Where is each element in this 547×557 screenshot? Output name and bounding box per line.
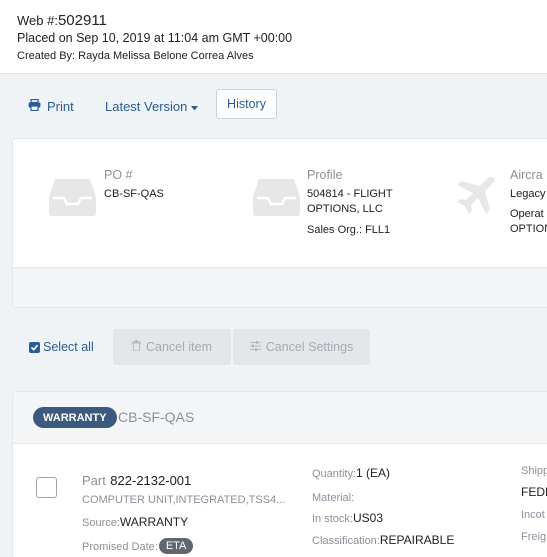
promised-date-label: Promised Date: bbox=[82, 541, 158, 553]
checkbox-checked-icon bbox=[29, 341, 40, 353]
source-row: Source:WARRANTY bbox=[82, 513, 188, 531]
incoterms-label: Incot bbox=[521, 509, 545, 521]
line-item-po: CB-SF-QAS bbox=[118, 409, 195, 425]
quantity-value: 1 (EA) bbox=[356, 466, 391, 480]
sliders-icon bbox=[249, 340, 261, 354]
freight-label: Freig bbox=[521, 531, 547, 543]
po-value: CB-SF-QAS bbox=[104, 188, 164, 200]
version-label: Latest Version bbox=[105, 99, 188, 114]
in-stock-value: US03 bbox=[352, 511, 383, 525]
aircraft-label: Aircra bbox=[510, 168, 543, 182]
select-all-label: Select all bbox=[43, 340, 94, 354]
toolbar: Print Latest Version History bbox=[0, 75, 547, 137]
order-summary-card: PO # CB-SF-QAS Profile 504814 - FLIGHT O… bbox=[12, 138, 547, 308]
quantity-label: Quantity: bbox=[312, 468, 357, 480]
part-description: COMPUTER UNIT,INTEGRATED,TSS4... bbox=[82, 494, 286, 506]
part-number: 822-2132-001 bbox=[110, 473, 192, 488]
order-number: 502911 bbox=[57, 12, 107, 29]
quantity-row: Quantity:1 (EA) bbox=[312, 464, 390, 482]
version-dropdown[interactable]: Latest Version bbox=[105, 99, 199, 114]
caret-down-icon bbox=[191, 99, 199, 114]
classification-row: Classification:REPAIRABLE bbox=[312, 531, 454, 549]
cancel-item-label: Cancel item bbox=[146, 340, 212, 354]
order-title-prefix: Web #: bbox=[17, 13, 58, 28]
airplane-icon bbox=[455, 175, 499, 224]
material-row: Material: bbox=[312, 488, 354, 506]
shipping-value: FEDE bbox=[521, 485, 547, 499]
inbox-icon bbox=[48, 177, 97, 222]
print-button[interactable]: Print bbox=[28, 98, 74, 114]
inbox-icon bbox=[252, 177, 301, 222]
printer-icon bbox=[28, 98, 41, 114]
part-label: Part bbox=[82, 473, 106, 488]
material-label: Material: bbox=[312, 492, 355, 504]
warranty-badge: WARRANTY bbox=[33, 407, 117, 428]
classification-label: Classification: bbox=[312, 535, 380, 547]
profile-line1: 504814 - FLIGHT bbox=[307, 188, 393, 200]
order-title: Web #:502911 bbox=[17, 12, 530, 29]
in-stock-row: In stock:US03 bbox=[312, 509, 383, 527]
bulk-actions-bar: Select all Cancel item Cancel Settings bbox=[0, 318, 547, 378]
line-item-card: WARRANTY CB-SF-QAS Part 822-2132-001 COM… bbox=[12, 391, 547, 557]
shipping-label: Shipp bbox=[521, 465, 547, 477]
summary-card-footer bbox=[13, 267, 547, 307]
profile-label: Profile bbox=[307, 168, 343, 182]
line-item-checkbox[interactable] bbox=[36, 477, 57, 498]
order-placed-date: Placed on Sep 10, 2019 at 11:04 am GMT +… bbox=[17, 31, 293, 45]
aircraft-line2: Operat bbox=[510, 208, 544, 220]
history-button[interactable]: History bbox=[216, 89, 277, 119]
cancel-settings-label: Cancel Settings bbox=[265, 340, 354, 354]
cancel-settings-button[interactable]: Cancel Settings bbox=[233, 329, 370, 365]
classification-value: REPAIRABLE bbox=[379, 533, 455, 547]
source-label: Source: bbox=[82, 517, 120, 529]
part-number-row: Part 822-2132-001 bbox=[82, 472, 191, 490]
order-header: Web #:502911 Placed on Sep 10, 2019 at 1… bbox=[0, 0, 547, 74]
cancel-item-button[interactable]: Cancel item bbox=[113, 329, 231, 365]
source-value: WARRANTY bbox=[119, 515, 189, 529]
promised-date-row: Promised Date: ETA bbox=[82, 537, 194, 555]
trash-icon bbox=[132, 340, 141, 354]
select-all-checkbox[interactable]: Select all bbox=[29, 340, 94, 354]
aircraft-line1: Legacy bbox=[510, 188, 546, 200]
aircraft-line3: OPTION bbox=[510, 223, 547, 235]
profile-sales-org: Sales Org.: FLL1 bbox=[307, 224, 391, 236]
order-created-by: Created By: Rayda Melissa Belone Correa … bbox=[17, 50, 254, 62]
po-label: PO # bbox=[104, 168, 133, 182]
eta-badge: ETA bbox=[158, 537, 194, 554]
profile-line2: OPTIONS, LLC bbox=[307, 203, 383, 215]
in-stock-label: In stock: bbox=[312, 513, 353, 525]
print-label: Print bbox=[47, 99, 74, 114]
line-item-header: WARRANTY CB-SF-QAS bbox=[13, 392, 547, 444]
